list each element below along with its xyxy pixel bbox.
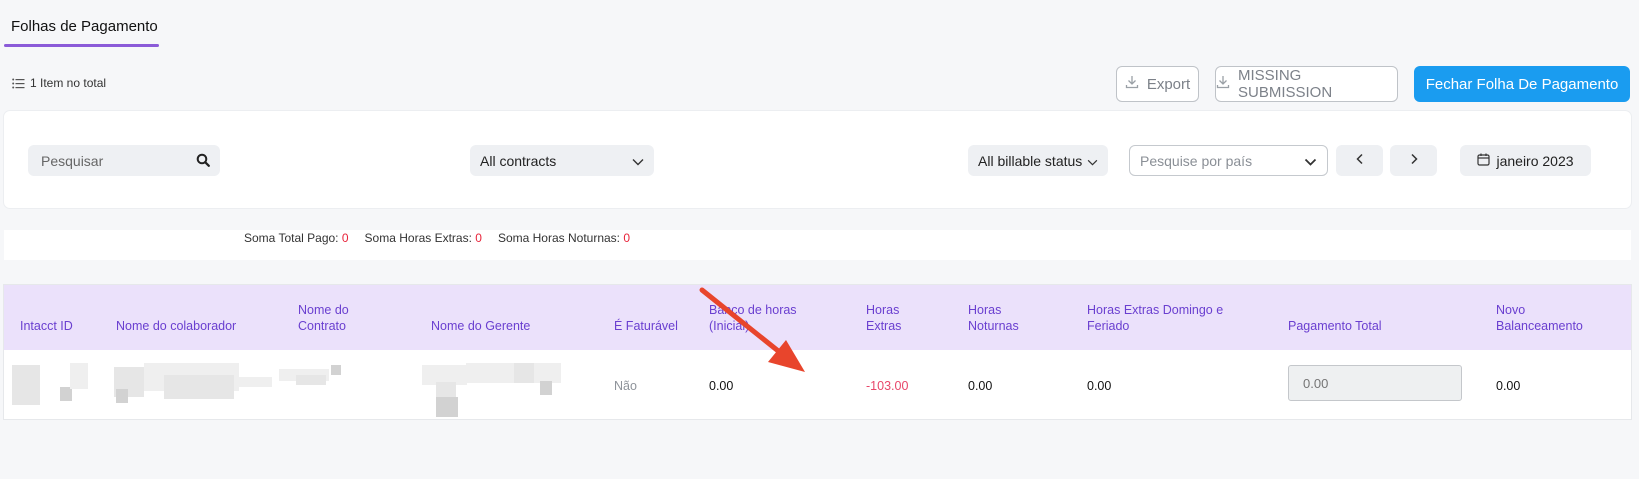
search-box [28, 145, 220, 176]
missing-submission-label: MISSING SUBMISSION [1238, 67, 1333, 101]
total-pago: Soma Total Pago: 0 [244, 231, 349, 245]
month-picker-button[interactable]: janeiro 2023 [1460, 145, 1591, 176]
chevron-down-icon [632, 153, 644, 169]
tab-folhas-de-pagamento[interactable]: Folhas de Pagamento [11, 18, 158, 35]
header-nome-colaborador[interactable]: Nome do colaborador [116, 318, 236, 334]
header-pagamento-total[interactable]: Pagamento Total [1288, 318, 1382, 334]
cell-horas-noturnas: 0.00 [968, 379, 993, 393]
total-horas-noturnas: Soma Horas Noturnas: 0 [497, 231, 631, 245]
missing-submission-button[interactable]: MISSING SUBMISSION [1215, 66, 1398, 102]
header-novo-balanceamento[interactable]: Novo Balanceamento [1496, 302, 1596, 334]
month-picker-label: janeiro 2023 [1496, 152, 1574, 169]
pagamento-total-input[interactable] [1288, 365, 1462, 401]
header-nome-contrato[interactable]: Nome do Contrato [298, 302, 368, 334]
tab-bar: Folhas de Pagamento [0, 0, 1639, 50]
chevron-left-icon [1355, 152, 1364, 170]
annotation-arrow-icon [699, 287, 805, 372]
next-month-button[interactable] [1390, 145, 1437, 176]
chevron-down-icon [1304, 153, 1317, 169]
cell-novo-balanceamento: 0.00 [1496, 379, 1521, 393]
header-intacct-id[interactable]: Intacct ID [20, 318, 73, 334]
chevron-down-icon [1087, 153, 1098, 169]
fechar-folha-button[interactable]: Fechar Folha De Pagamento [1414, 66, 1630, 102]
export-label: Export [1146, 75, 1191, 93]
active-tab-indicator [4, 44, 159, 47]
billable-status-select[interactable]: All billable status [968, 145, 1108, 176]
header-horas-noturnas[interactable]: Horas Noturnas [968, 302, 1038, 334]
billable-select-value: All billable status [978, 152, 1083, 169]
filter-panel [4, 111, 1631, 208]
total-horas-extras: Soma Horas Extras: 0 [364, 231, 482, 245]
search-icon[interactable] [196, 153, 210, 172]
table-header: Intacct ID Nome do colaborador Nome do C… [4, 285, 1631, 350]
download-icon [1216, 75, 1230, 93]
download-icon [1125, 75, 1139, 93]
header-faturavel[interactable]: É Faturável [614, 318, 678, 334]
contracts-select-value: All contracts [480, 152, 557, 169]
header-nome-gerente[interactable]: Nome do Gerente [431, 318, 530, 334]
calendar-icon [1477, 153, 1491, 169]
export-button[interactable]: Export [1116, 66, 1199, 102]
list-icon [12, 78, 25, 89]
header-horas-domingo-feriado[interactable]: Horas Extras Domingo e Feriado [1087, 302, 1237, 334]
country-select[interactable]: Pesquise por país [1129, 145, 1328, 176]
cell-horas-domingo-feriado: 0.00 [1087, 379, 1112, 393]
totals-summary: Soma Total Pago: 0 Soma Horas Extras: 0 … [244, 231, 630, 245]
cell-faturavel: Não [614, 379, 637, 393]
payroll-table: Intacct ID Nome do colaborador Nome do C… [4, 285, 1631, 419]
item-count-label: 1 Item no total [30, 76, 107, 90]
country-select-placeholder: Pesquise por país [1140, 152, 1253, 169]
item-count: 1 Item no total [12, 76, 106, 90]
search-input[interactable] [28, 145, 191, 176]
contracts-select[interactable]: All contracts [470, 145, 654, 176]
cell-horas-extras: -103.00 [866, 379, 909, 393]
chevron-right-icon [1410, 152, 1418, 170]
previous-month-button[interactable] [1336, 145, 1383, 176]
header-horas-extras[interactable]: Horas Extras [866, 302, 911, 334]
